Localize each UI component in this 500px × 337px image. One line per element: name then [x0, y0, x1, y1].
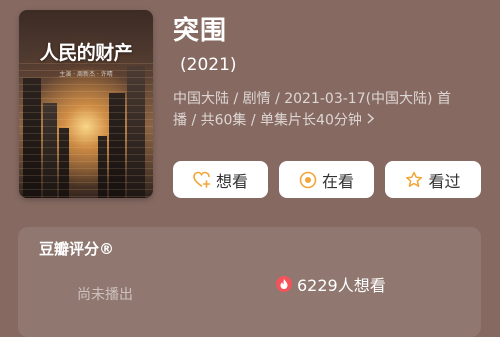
target-icon [299, 171, 317, 189]
meta-line: 中国大陆 / 剧情 / 2021-03-17(中国大陆) 首 [173, 91, 451, 107]
meta-line-2: 播 / 共60集 / 单集片长40分钟 [173, 110, 478, 132]
heart-plus-icon [193, 171, 211, 188]
watching-button[interactable]: 在看 [279, 161, 374, 198]
poster-city-lights [19, 63, 153, 198]
want-to-watch-button[interactable]: 想看 [173, 161, 268, 198]
meta-line-text: 播 / 共60集 / 单集片长40分钟 [173, 112, 362, 129]
fire-icon [276, 276, 292, 292]
douban-rating-label: 豆瓣评分® [39, 240, 115, 258]
wish-count-text: 6229人想看 [297, 276, 386, 295]
watching-label: 在看 [321, 171, 354, 191]
star-icon [405, 171, 423, 189]
poster-title-art: 人民的财产 [39, 42, 133, 64]
rating-status: 尚未播出 [77, 287, 133, 303]
watched-label: 看过 [428, 171, 461, 191]
movie-year: (2021) [180, 55, 237, 75]
poster-image[interactable]: 人民的财产 主演 · 周新杰 · 许晴 [19, 10, 153, 198]
wish-count[interactable]: 6229人想看 [276, 272, 386, 296]
poster-cast-text: 主演 · 周新杰 · 许晴 [59, 71, 113, 78]
watched-button[interactable]: 看过 [385, 161, 481, 198]
chevron-right-icon[interactable] [367, 110, 374, 131]
want-to-watch-label: 想看 [215, 171, 248, 191]
movie-meta[interactable]: 中国大陆 / 剧情 / 2021-03-17(中国大陆) 首 播 / 共60集 … [173, 89, 478, 132]
movie-title: 突围 [173, 16, 228, 46]
